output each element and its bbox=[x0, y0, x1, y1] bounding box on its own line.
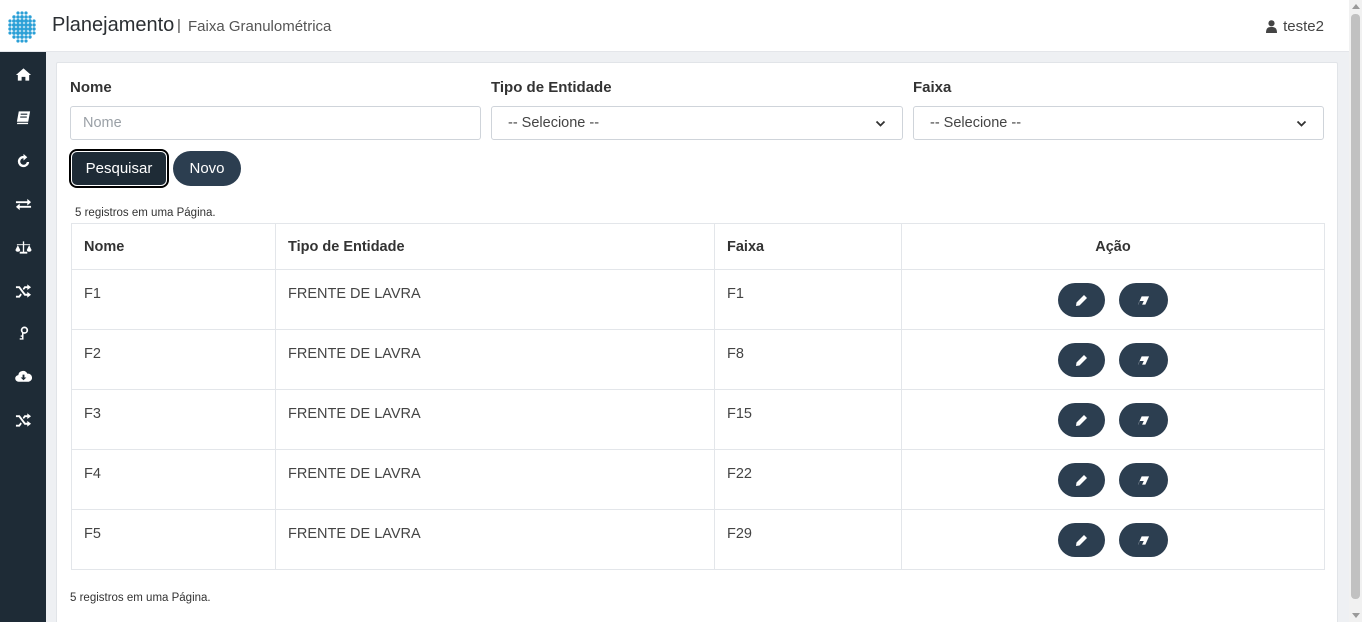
column-header-faixa[interactable]: Faixa bbox=[714, 223, 902, 270]
chevron-down-icon bbox=[1296, 120, 1307, 127]
faixa-label: Faixa bbox=[913, 79, 952, 96]
edit-button[interactable] bbox=[1058, 343, 1105, 377]
tipo-entidade-selected: -- Selecione -- bbox=[508, 115, 600, 131]
edit-button[interactable] bbox=[1058, 463, 1105, 497]
key-icon bbox=[19, 326, 28, 340]
app-title: Planejamento bbox=[52, 14, 175, 36]
eraser-icon bbox=[1137, 475, 1150, 485]
table-row: F3 FRENTE DE LAVRA F15 bbox=[71, 389, 1325, 450]
scroll-up-icon[interactable] bbox=[1352, 4, 1360, 9]
shuffle-icon bbox=[15, 283, 31, 298]
cell-tipo: FRENTE DE LAVRA bbox=[275, 449, 715, 510]
edit-button[interactable] bbox=[1058, 523, 1105, 557]
edit-button[interactable] bbox=[1058, 403, 1105, 437]
cell-tipo: FRENTE DE LAVRA bbox=[275, 269, 715, 330]
cell-tipo: FRENTE DE LAVRA bbox=[275, 389, 715, 450]
delete-button[interactable] bbox=[1119, 523, 1168, 557]
sidebar-item-shuffle[interactable] bbox=[0, 275, 46, 305]
table-row: F5 FRENTE DE LAVRA F29 bbox=[71, 509, 1325, 570]
cell-acao bbox=[901, 329, 1325, 390]
user-menu[interactable]: teste2 bbox=[1266, 18, 1324, 35]
shuffle-icon bbox=[15, 412, 31, 427]
column-header-acao: Ação bbox=[901, 223, 1325, 270]
sidebar-item-book[interactable] bbox=[0, 102, 46, 132]
user-name: teste2 bbox=[1283, 18, 1324, 35]
eraser-icon bbox=[1137, 415, 1150, 425]
main-card: Nome Tipo de Entidade -- Selecione -- Fa… bbox=[56, 62, 1338, 622]
home-icon bbox=[15, 67, 31, 81]
dots-globe-logo[interactable] bbox=[5, 10, 39, 44]
top-bar: Planejamento | Faixa Granulométrica test… bbox=[0, 0, 1349, 52]
cell-acao bbox=[901, 269, 1325, 330]
refresh-icon bbox=[17, 153, 29, 167]
sidebar-item-cloud-download[interactable] bbox=[0, 361, 46, 391]
cell-nome: F2 bbox=[71, 329, 276, 390]
sidebar-item-refresh[interactable] bbox=[0, 146, 46, 176]
tipo-entidade-label: Tipo de Entidade bbox=[491, 79, 612, 96]
cloud-download-icon bbox=[14, 370, 32, 382]
table-row: F4 FRENTE DE LAVRA F22 bbox=[71, 449, 1325, 510]
table-header-row: Nome Tipo de Entidade Faixa Ação bbox=[71, 223, 1325, 270]
table-row: F1 FRENTE DE LAVRA F1 bbox=[71, 269, 1325, 330]
vertical-scrollbar[interactable] bbox=[1349, 0, 1362, 622]
page-subtitle: Faixa Granulométrica bbox=[188, 18, 332, 35]
book-icon bbox=[16, 110, 30, 124]
new-button[interactable]: Novo bbox=[173, 151, 241, 186]
records-info-bottom: 5 registros em uma Página. bbox=[70, 592, 211, 604]
nome-label: Nome bbox=[70, 79, 112, 96]
tipo-entidade-select[interactable]: -- Selecione -- bbox=[491, 106, 903, 140]
eraser-icon bbox=[1137, 535, 1150, 545]
scroll-down-icon[interactable] bbox=[1352, 613, 1360, 618]
column-header-tipo-entidade[interactable]: Tipo de Entidade bbox=[275, 223, 715, 270]
chevron-down-icon bbox=[875, 120, 886, 127]
cell-nome: F4 bbox=[71, 449, 276, 510]
user-icon bbox=[1266, 20, 1278, 33]
results-table: Nome Tipo de Entidade Faixa Ação F1 FREN… bbox=[71, 223, 1325, 570]
cell-nome: F3 bbox=[71, 389, 276, 450]
cell-faixa: F8 bbox=[714, 329, 902, 390]
sidebar-item-exchange[interactable] bbox=[0, 189, 46, 219]
cell-faixa: F15 bbox=[714, 389, 902, 450]
exchange-icon bbox=[15, 198, 31, 210]
pencil-icon bbox=[1076, 474, 1087, 486]
cell-faixa: F29 bbox=[714, 509, 902, 570]
delete-button[interactable] bbox=[1119, 403, 1168, 437]
scroll-thumb[interactable] bbox=[1351, 14, 1360, 599]
cell-faixa: F22 bbox=[714, 449, 902, 510]
cell-tipo: FRENTE DE LAVRA bbox=[275, 329, 715, 390]
pencil-icon bbox=[1076, 354, 1087, 366]
edit-button[interactable] bbox=[1058, 283, 1105, 317]
title-separator: | bbox=[177, 17, 181, 34]
balance-icon bbox=[14, 240, 32, 254]
faixa-selected: -- Selecione -- bbox=[930, 115, 1022, 131]
column-header-nome[interactable]: Nome bbox=[71, 223, 276, 270]
delete-button[interactable] bbox=[1119, 343, 1168, 377]
sidebar-item-shuffle-2[interactable] bbox=[0, 404, 46, 434]
cell-tipo: FRENTE DE LAVRA bbox=[275, 509, 715, 570]
sidebar bbox=[0, 52, 46, 622]
faixa-select[interactable]: -- Selecione -- bbox=[913, 106, 1324, 140]
cell-acao bbox=[901, 389, 1325, 450]
eraser-icon bbox=[1137, 355, 1150, 365]
eraser-icon bbox=[1137, 295, 1150, 305]
pencil-icon bbox=[1076, 294, 1087, 306]
cell-acao bbox=[901, 449, 1325, 510]
sidebar-item-key[interactable] bbox=[0, 318, 46, 348]
cell-acao bbox=[901, 509, 1325, 570]
delete-button[interactable] bbox=[1119, 463, 1168, 497]
delete-button[interactable] bbox=[1119, 283, 1168, 317]
search-button[interactable]: Pesquisar bbox=[71, 151, 167, 186]
table-row: F2 FRENTE DE LAVRA F8 bbox=[71, 329, 1325, 390]
pencil-icon bbox=[1076, 414, 1087, 426]
cell-nome: F5 bbox=[71, 509, 276, 570]
cell-faixa: F1 bbox=[714, 269, 902, 330]
pencil-icon bbox=[1076, 534, 1087, 546]
nome-input[interactable] bbox=[70, 106, 481, 140]
records-info-top: 5 registros em uma Página. bbox=[75, 207, 216, 219]
cell-nome: F1 bbox=[71, 269, 276, 330]
sidebar-item-home[interactable] bbox=[0, 59, 46, 89]
sidebar-item-balance[interactable] bbox=[0, 232, 46, 262]
